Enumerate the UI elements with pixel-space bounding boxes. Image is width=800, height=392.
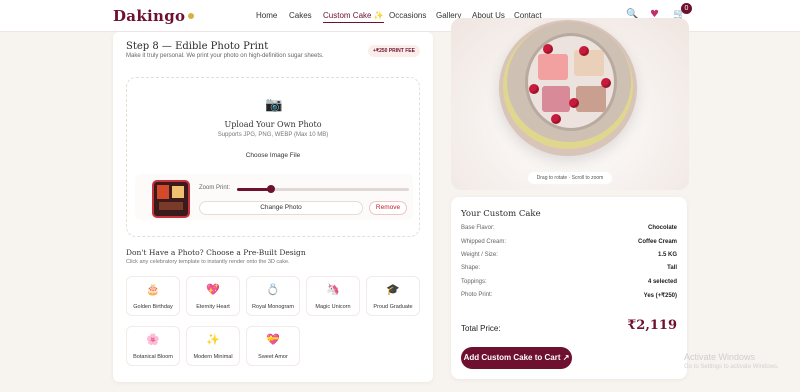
design-tile-modern-minimal[interactable]: ✨ Modern Minimal xyxy=(186,326,240,366)
logo-text: Dakingo xyxy=(113,7,186,25)
design-tile-eternity-heart[interactable]: 💖 Eternity Heart xyxy=(186,276,240,316)
zoom-slider-fill xyxy=(237,188,272,191)
berry-topping xyxy=(529,84,539,94)
summary-title: Your Custom Cake xyxy=(461,209,541,219)
drag-hint: Drag to rotate · Scroll to zoom xyxy=(528,172,612,184)
design-tile-royal-monogram[interactable]: 💍 Royal Monogram xyxy=(246,276,300,316)
berry-topping xyxy=(579,46,589,56)
step-title: Step 8 — Edible Photo Print xyxy=(126,41,269,52)
berry-topping xyxy=(543,44,553,54)
summary-value: Yes (+₹250) xyxy=(643,293,677,299)
summary-key: Whipped Cream: xyxy=(461,239,507,245)
photo-thumbnail xyxy=(152,180,190,218)
design-label: Golden Birthday xyxy=(133,304,173,310)
design-label: Proud Graduate xyxy=(373,304,413,310)
activate-windows-subtitle: Go to Settings to activate Windows. xyxy=(684,364,779,370)
logo[interactable]: Dakingo xyxy=(113,7,195,25)
nav-link-cakes[interactable]: Cakes xyxy=(289,11,312,20)
choose-image-button[interactable]: Choose Image File xyxy=(241,149,305,163)
summary-value: Chocolate xyxy=(647,225,677,231)
summary-value: Tall xyxy=(667,265,677,271)
summary-row-flavor: Base Flavor: Chocolate xyxy=(461,225,677,235)
change-photo-button[interactable]: Change Photo xyxy=(199,201,363,215)
design-label: Royal Monogram xyxy=(252,304,294,310)
summary-value: 4 selected xyxy=(647,279,677,285)
design-tile-magic-unicorn[interactable]: 🦄 Magic Unicorn xyxy=(306,276,360,316)
summary-value: Coffee Cream xyxy=(637,239,677,245)
camera-icon: 📷 xyxy=(265,97,283,113)
step-subtitle: Make it truly personal. We print your ph… xyxy=(126,53,324,59)
remove-photo-button[interactable]: Remove xyxy=(369,201,407,215)
cake-3d-preview[interactable]: Drag to rotate · Scroll to zoom xyxy=(451,18,689,190)
summary-key: Weight / Size: xyxy=(461,252,498,258)
upload-title: Upload Your Own Photo xyxy=(224,120,322,129)
print-fee-badge: +₹250 PRINT FEE xyxy=(368,45,420,57)
cake-icon: 🎂 xyxy=(146,283,160,296)
zoom-slider[interactable] xyxy=(237,185,409,193)
upload-subtitle: Supports JPG, PNG, WEBP (Max 10 MB) xyxy=(217,132,329,138)
sparkle-icon: ✨ xyxy=(206,333,220,346)
summary-value: 1.5 KG xyxy=(657,252,677,258)
total-price-label: Total Price: xyxy=(461,324,501,333)
summary-key: Base Flavor: xyxy=(461,225,495,231)
design-tile-sweet-amor[interactable]: 💝 Sweet Amor xyxy=(246,326,300,366)
flower-icon: 🌸 xyxy=(146,333,160,346)
photo-print-panel: Step 8 — Edible Photo Print Make it trul… xyxy=(113,32,433,382)
photo-preview-row: Zoom Print: Change Photo Remove xyxy=(135,174,413,220)
berry-topping xyxy=(601,78,611,88)
design-tile-golden-birthday[interactable]: 🎂 Golden Birthday xyxy=(126,276,180,316)
cart-count-badge: 0 xyxy=(681,3,692,14)
design-label: Botanical Bloom xyxy=(133,354,173,360)
heart-icon: 💖 xyxy=(206,283,220,296)
berry-topping xyxy=(569,98,579,108)
order-summary: Your Custom Cake Base Flavor: Chocolate … xyxy=(451,197,687,379)
design-label: Modern Minimal xyxy=(193,354,233,360)
summary-row-cream: Whipped Cream: Coffee Cream xyxy=(461,239,677,249)
design-tile-botanical-bloom[interactable]: 🌸 Botanical Bloom xyxy=(126,326,180,366)
add-to-cart-button[interactable]: Add Custom Cake to Cart ↗ xyxy=(461,347,572,369)
total-price-value: ₹2,119 xyxy=(627,318,677,333)
berry-topping xyxy=(551,114,561,124)
design-label: Sweet Amor xyxy=(258,354,288,360)
zoom-label: Zoom Print: xyxy=(199,185,231,191)
summary-row-shape: Shape: Tall xyxy=(461,265,677,275)
ring-icon: 💍 xyxy=(266,283,280,296)
graduation-cap-icon: 🎓 xyxy=(386,283,400,296)
unicorn-icon: 🦄 xyxy=(326,283,340,296)
activate-windows-title: Activate Windows xyxy=(684,352,756,362)
design-tile-proud-graduate[interactable]: 🎓 Proud Graduate xyxy=(366,276,420,316)
nav-link-occasions[interactable]: Occasions xyxy=(389,11,426,20)
design-label: Eternity Heart xyxy=(196,304,230,310)
summary-row-photo: Photo Print: Yes (+₹250) xyxy=(461,292,677,302)
heart-gift-icon: 💝 xyxy=(266,333,280,346)
summary-row-toppings: Toppings: 4 selected xyxy=(461,279,677,289)
zoom-slider-handle[interactable] xyxy=(267,185,276,193)
summary-key: Shape: xyxy=(461,265,481,271)
design-label: Magic Unicorn xyxy=(315,304,351,310)
nav-link-home[interactable]: Home xyxy=(256,11,277,20)
logo-dot-icon xyxy=(188,13,195,19)
nav-link-custom-cake[interactable]: Custom Cake ✨ xyxy=(323,11,384,23)
prebuilt-title: Don't Have a Photo? Choose a Pre-Built D… xyxy=(126,248,306,257)
summary-key: Toppings: xyxy=(461,279,487,285)
upload-dropzone[interactable]: 📷 Upload Your Own Photo Supports JPG, PN… xyxy=(126,77,420,237)
summary-row-weight: Weight / Size: 1.5 KG xyxy=(461,252,677,262)
prebuilt-subtitle: Click any celebratory template to instan… xyxy=(126,259,290,265)
summary-key: Photo Print: xyxy=(461,292,493,298)
